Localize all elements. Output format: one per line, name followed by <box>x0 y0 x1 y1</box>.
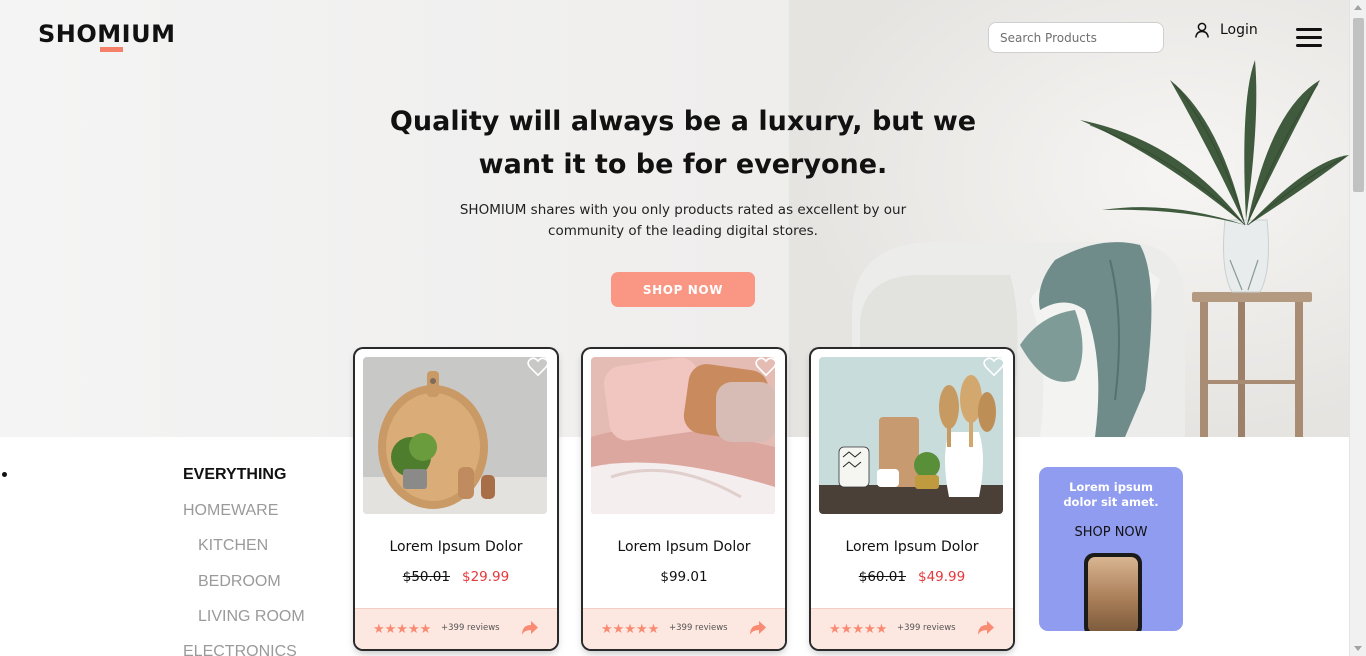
product-card-footer: ★★★★★ +399 reviews <box>583 608 785 649</box>
category-electronics[interactable]: ELECTRONICS <box>183 643 297 656</box>
hamburger-menu-icon[interactable] <box>1296 28 1322 48</box>
product-old-price: $60.01 <box>858 569 906 585</box>
category-living-room[interactable]: LIVING ROOM <box>198 608 305 626</box>
promo-shop-now-link[interactable]: SHOP NOW <box>1039 525 1183 540</box>
heart-icon[interactable] <box>755 357 777 377</box>
brand-logo-accent <box>100 47 123 52</box>
product-price-row: $99.01 <box>583 569 785 585</box>
category-homeware[interactable]: HOMEWARE <box>183 502 278 520</box>
product-title: Lorem Ipsum Dolor <box>845 539 979 555</box>
product-old-price: $50.01 <box>402 569 450 585</box>
category-everything[interactable]: EVERYTHING <box>183 466 286 484</box>
category-kitchen[interactable]: KITCHEN <box>198 537 268 555</box>
share-arrow-icon[interactable] <box>521 620 539 636</box>
scroll-down-arrow-icon[interactable] <box>1354 646 1362 651</box>
product-title: Lorem Ipsum Dolor <box>389 539 523 555</box>
hero-subtext: SHOMIUM shares with you only products ra… <box>459 202 907 239</box>
product-price-row: $60.01 $49.99 <box>811 569 1013 585</box>
rating-stars: ★★★★★ <box>601 621 660 636</box>
product-price: $99.01 <box>660 569 708 585</box>
product-card[interactable]: Lorem Ipsum Dolor $60.01 $49.99 ★★★★★ +39… <box>811 349 1013 649</box>
promo-banner[interactable]: Lorem ipsum dolor sit amet. SHOP NOW <box>1039 467 1183 631</box>
hero-shop-now-button[interactable]: SHOP NOW <box>611 272 755 307</box>
product-card-footer: ★★★★★ +399 reviews <box>811 608 1013 649</box>
heart-icon[interactable] <box>983 357 1005 377</box>
page-scrollbar[interactable] <box>1349 0 1366 656</box>
promo-title: Lorem ipsum dolor sit amet. <box>1063 480 1159 509</box>
product-image-kitchen-utensils <box>819 357 1003 514</box>
active-category-bullet <box>2 472 7 477</box>
share-arrow-icon[interactable] <box>749 620 767 636</box>
rating-stars: ★★★★★ <box>829 621 888 636</box>
search-input[interactable] <box>988 22 1164 53</box>
product-card[interactable]: Lorem Ipsum Dolor $99.01 ★★★★★ +399 revi… <box>583 349 785 649</box>
product-sale-price: $29.99 <box>462 569 510 585</box>
smartphone-image <box>1084 553 1142 631</box>
user-icon <box>1195 22 1209 38</box>
share-arrow-icon[interactable] <box>977 620 995 636</box>
login-button[interactable]: Login <box>1194 22 1258 38</box>
review-count[interactable]: +399 reviews <box>897 623 956 633</box>
phone-screen <box>1088 557 1138 631</box>
category-bedroom[interactable]: BEDROOM <box>198 573 281 591</box>
product-card[interactable]: Lorem Ipsum Dolor $50.01 $29.99 ★★★★★ +39… <box>355 349 557 649</box>
hero-headline: Quality will always be a luxury, but we … <box>389 106 977 180</box>
scroll-up-arrow-icon[interactable] <box>1354 5 1362 10</box>
review-count[interactable]: +399 reviews <box>441 623 500 633</box>
scrollbar-thumb[interactable] <box>1353 18 1364 192</box>
brand-logo[interactable]: SHOMIUM <box>38 20 175 48</box>
product-image-cutting-board <box>363 357 547 514</box>
login-label: Login <box>1220 22 1258 38</box>
product-title: Lorem Ipsum Dolor <box>617 539 751 555</box>
product-price-row: $50.01 $29.99 <box>355 569 557 585</box>
heart-icon[interactable] <box>527 357 549 377</box>
product-card-footer: ★★★★★ +399 reviews <box>355 608 557 649</box>
review-count[interactable]: +399 reviews <box>669 623 728 633</box>
product-sale-price: $49.99 <box>918 569 966 585</box>
product-image-pink-bedding <box>591 357 775 514</box>
rating-stars: ★★★★★ <box>373 621 432 636</box>
